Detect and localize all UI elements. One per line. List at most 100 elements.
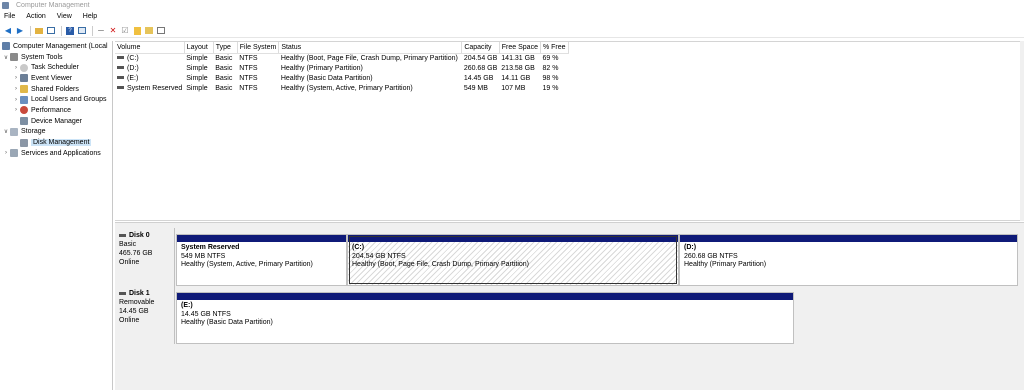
volume-cell: 260.68 GB [463,64,498,72]
chevron-down-icon[interactable]: ∨ [2,128,10,135]
partition-size: 549 MB NTFS [181,252,226,260]
partition-status: Healthy (Boot, Page File, Crash Dump, Pr… [352,261,530,268]
tools-icon [10,53,18,62]
volume-cell: 141.31 GB [501,54,535,62]
volume-cell: 98 % [542,74,559,82]
volume-row[interactable]: System Reserved Simple Basic NTFS Health… [115,83,568,93]
volume-header-row: Volume Layout Type File System Status Ca… [115,42,569,54]
performance-icon [20,106,28,115]
chevron-down-icon[interactable]: ∨ [2,54,10,61]
tree-item-local-users[interactable]: › Local Users and Groups [0,94,112,105]
tree-item-event-viewer[interactable]: › Event Viewer [0,73,112,84]
toolbar-separator [92,25,93,36]
disk-icon[interactable] [144,26,154,36]
shared-folder-icon [20,85,28,94]
volume-row[interactable]: (D:) Simple Basic NTFS Healthy (Primary … [115,63,568,73]
tree-item-disk-management[interactable]: Disk Management [0,137,112,148]
volume-cell: NTFS [239,64,258,72]
volume-cell: Simple [186,74,208,82]
connect-icon[interactable]: ─ [96,26,106,36]
column-header-status[interactable]: Status [278,42,463,54]
tree-item-services-applications[interactable]: › Services and Applications [0,148,112,159]
partition-status: Healthy (Primary Partition) [684,261,767,268]
volume-cell: Healthy (Basic Data Partition) [280,74,373,82]
vertical-scrollbar[interactable] [1020,41,1024,221]
partition-status: Healthy (System, Active, Primary Partiti… [181,261,313,268]
tree-item-label: Local Users and Groups [31,96,107,104]
partition-size: 260.68 GB NTFS [684,252,738,260]
computer-icon [2,42,10,51]
title-bar: Computer Management [0,0,1024,10]
tree-item-label: Performance [31,106,72,114]
delete-icon[interactable]: ✕ [108,26,118,36]
tree-item-label: Device Manager [31,117,82,125]
partition-name: System Reserved [181,244,240,251]
menu-file[interactable]: File [4,13,15,20]
check-icon[interactable]: ☑ [120,26,130,36]
volume-cell: NTFS [239,84,258,92]
partition-block[interactable]: (C:) 204.54 GB NTFS Healthy (Boot, Page … [347,234,679,286]
disk-name: Disk 0 [129,232,150,239]
console-tree-icon[interactable] [46,26,56,36]
tree-item-label: Task Scheduler [31,64,79,72]
disk-info[interactable]: Disk 0 Basic 465.76 GB Online [115,228,175,286]
menu-view[interactable]: View [57,13,72,20]
column-header-volume[interactable]: Volume [115,42,185,54]
chevron-right-icon[interactable]: › [12,65,20,71]
tree-item-device-manager[interactable]: Device Manager [0,116,112,127]
chevron-right-icon[interactable]: › [12,75,20,81]
tree-item-label: System Tools [21,53,63,61]
help-topics-icon[interactable] [156,26,166,36]
column-header-percent-free[interactable]: % Free [540,42,569,54]
volume-cell: Simple [186,64,208,72]
tree-item-label: Computer Management (Local [13,42,108,50]
list-view-icon[interactable] [77,26,87,36]
properties-icon[interactable] [132,26,142,36]
disk-size: 14.45 GB [119,308,149,315]
chevron-right-icon[interactable]: › [12,86,20,92]
column-header-layout[interactable]: Layout [184,42,214,54]
tree-item-task-scheduler[interactable]: › Task Scheduler [0,62,112,73]
column-header-type[interactable]: Type [213,42,238,54]
volume-cell: Healthy (Boot, Page File, Crash Dump, Pr… [280,54,458,62]
tree-item-shared-folders[interactable]: › Shared Folders [0,84,112,95]
disk-icon [119,291,126,295]
partition-block[interactable]: (D:) 260.68 GB NTFS Healthy (Primary Par… [679,234,1018,286]
chevron-right-icon[interactable]: › [2,150,10,156]
services-icon [10,149,18,158]
up-folder-icon[interactable] [34,26,44,36]
column-header-free-space[interactable]: Free Space [499,42,541,54]
event-viewer-icon [20,74,28,83]
volume-row[interactable]: (C:) Simple Basic NTFS Healthy (Boot, Pa… [115,53,568,63]
volume-icon [117,76,124,80]
column-header-capacity[interactable]: Capacity [461,42,500,54]
volume-row[interactable]: (E:) Simple Basic NTFS Healthy (Basic Da… [115,73,568,83]
tree-item-system-tools[interactable]: ∨ System Tools [0,52,112,63]
scheduler-icon [20,63,28,72]
partition-bar [680,235,1017,242]
help-icon[interactable]: ? [65,26,75,36]
disk-info[interactable]: Disk 1 Removable 14.45 GB Online [115,286,175,344]
menu-help[interactable]: Help [83,13,97,20]
storage-icon [10,127,18,136]
chevron-right-icon[interactable]: › [12,107,20,113]
menu-action[interactable]: Action [26,13,45,20]
back-icon[interactable]: ◀ [3,26,13,36]
volume-cell: 204.54 GB [463,54,498,62]
tree-item-computer-management[interactable]: Computer Management (Local [0,41,112,52]
volume-cell: Simple [186,54,208,62]
volume-cell: NTFS [239,54,258,62]
disk-type: Basic [119,241,137,248]
disk-row: Disk 1 Removable 14.45 GB Online (E:) 14… [115,286,797,344]
tree-item-storage[interactable]: ∨ Storage [0,127,112,138]
chevron-right-icon[interactable]: › [12,97,20,103]
volume-cell: Basic [215,84,233,92]
volume-list: Volume Layout Type File System Status Ca… [115,41,1021,221]
volume-name: System Reserved [127,84,183,92]
column-header-file-system[interactable]: File System [237,42,280,54]
partition-block[interactable]: (E:) 14.45 GB NTFS Healthy (Basic Data P… [176,292,794,344]
forward-icon[interactable]: ▶ [15,26,25,36]
volume-name: (D:) [127,64,139,72]
partition-block[interactable]: System Reserved 549 MB NTFS Healthy (Sys… [176,234,347,286]
tree-item-performance[interactable]: › Performance [0,105,112,116]
